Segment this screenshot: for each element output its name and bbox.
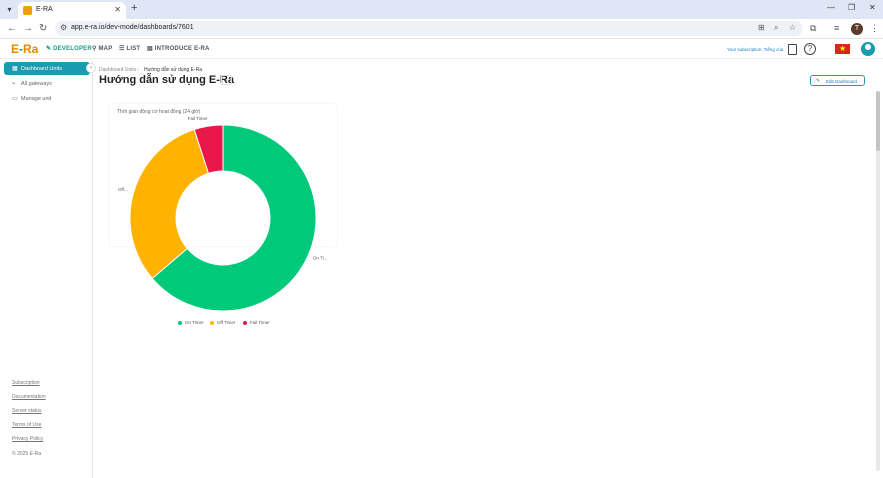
legend-swatch	[243, 320, 247, 325]
legend-label: On Timer	[185, 320, 204, 325]
pie-slice-off-timer[interactable]	[129, 128, 210, 280]
slice-label: Off...	[118, 187, 128, 192]
slice-label: On Ti...	[313, 255, 328, 260]
scrollbar-thumb[interactable]	[876, 91, 880, 151]
legend-label: Fail Timer	[250, 320, 270, 325]
legend-item-off-timer[interactable]: Off Timer	[210, 320, 235, 325]
legend-swatch	[178, 320, 182, 325]
legend-swatch	[210, 320, 214, 325]
legend-item-on-timer[interactable]: On Timer	[178, 320, 204, 325]
donut-chart: On Ti... Off... Fail Timer	[118, 116, 328, 312]
slice-label: Fail Timer	[188, 116, 208, 121]
page-scrollbar[interactable]	[876, 91, 880, 471]
legend-label: Off Timer	[217, 320, 236, 325]
legend-item-fail-timer[interactable]: Fail Timer	[243, 320, 270, 325]
